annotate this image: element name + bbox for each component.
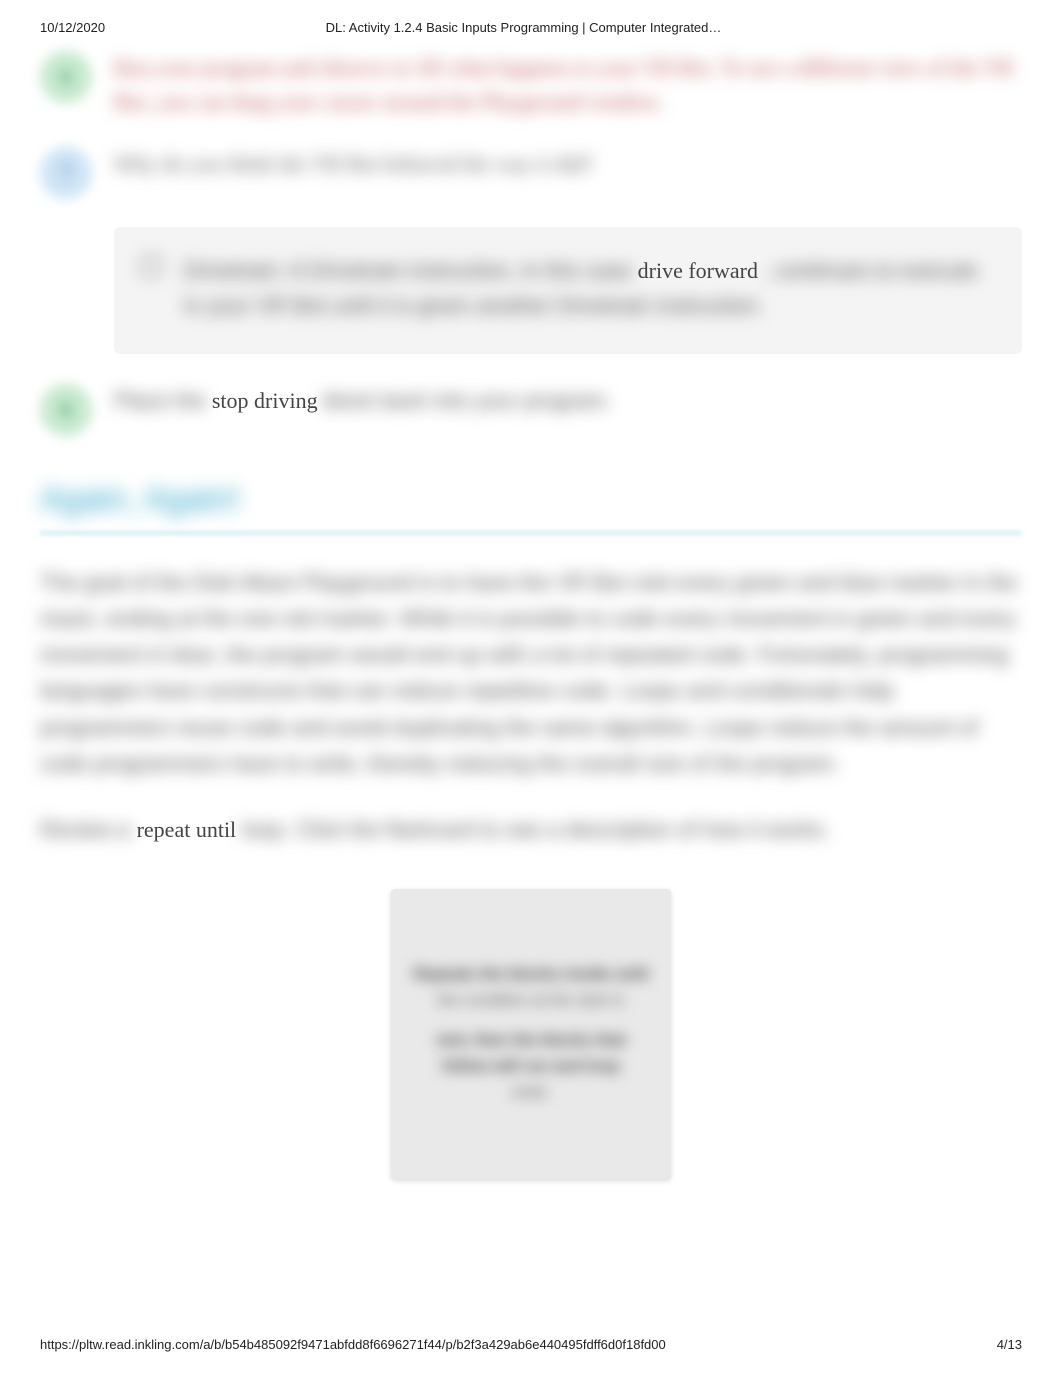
step-8-clear: stop driving — [212, 388, 318, 413]
step-8-bullet: 8 — [40, 384, 92, 436]
page-footer: https://pltw.read.inkling.com/a/b/b54b48… — [40, 1337, 1022, 1352]
step-8-suffix: block back into your program. — [323, 388, 612, 413]
flashcard-line-2: the condition at the start is — [438, 992, 625, 1010]
flashcard-line-4: follow will run and loop — [442, 1058, 620, 1076]
step-7-text: Why do you think the VR Bot behaved the … — [114, 147, 1022, 181]
page: 10/12/2020 DL: Activity 1.2.4 Basic Inpu… — [0, 0, 1062, 1376]
para-repeat-until: Review a repeat until loop. Click the fl… — [40, 812, 1022, 848]
content-area: 6 Run your program and observe in 3D wha… — [40, 51, 1022, 1179]
step-6-bullet: 6 — [40, 51, 92, 103]
info-lead: Drivetrain: A Drivetrain instruction, in… — [184, 258, 638, 283]
flashcard[interactable]: Repeats the blocks inside until the cond… — [391, 889, 671, 1179]
flashcard-line-5: ends. — [511, 1084, 550, 1102]
step-8-prefix: Place the — [114, 388, 212, 413]
step-7: 7 Why do you think the VR Bot behaved th… — [40, 147, 1022, 199]
info-box: Drivetrain: A Drivetrain instruction, in… — [114, 227, 1022, 353]
info-clear: drive forward — [638, 258, 758, 283]
step-8-num: 8 — [61, 397, 72, 423]
para2-clear: repeat until — [137, 817, 237, 842]
step-6-num: 6 — [61, 64, 72, 90]
footer-url: https://pltw.read.inkling.com/a/b/b54b48… — [40, 1337, 666, 1352]
step-6: 6 Run your program and observe in 3D wha… — [40, 51, 1022, 119]
header-title: DL: Activity 1.2.4 Basic Inputs Programm… — [105, 20, 942, 35]
step-8: 8 Place the stop driving block back into… — [40, 384, 1022, 436]
step-6-text: Run your program and observe in 3D what … — [114, 51, 1022, 119]
page-header: 10/12/2020 DL: Activity 1.2.4 Basic Inpu… — [40, 20, 1022, 35]
main-paragraph: The goal of the Disk Maze Playground is … — [40, 565, 1022, 783]
para2-prefix: Review a — [40, 817, 137, 842]
section-rule — [40, 531, 1022, 535]
step-7-bullet: 7 — [40, 147, 92, 199]
flashcard-line-3: met; then the blocks that — [436, 1032, 625, 1050]
header-date: 10/12/2020 — [40, 20, 105, 35]
info-icon — [134, 249, 168, 283]
footer-page: 4/13 — [997, 1337, 1022, 1352]
step-7-num: 7 — [61, 160, 72, 186]
info-box-text: Drivetrain: A Drivetrain instruction, in… — [184, 253, 992, 323]
para2-suffix: loop. Click the flashcard to see a descr… — [242, 817, 830, 842]
step-8-text: Place the stop driving block back into y… — [114, 384, 1022, 418]
section-heading: Again, Again! — [40, 480, 1022, 519]
flashcard-line-1: Repeats the blocks inside until — [414, 966, 649, 984]
